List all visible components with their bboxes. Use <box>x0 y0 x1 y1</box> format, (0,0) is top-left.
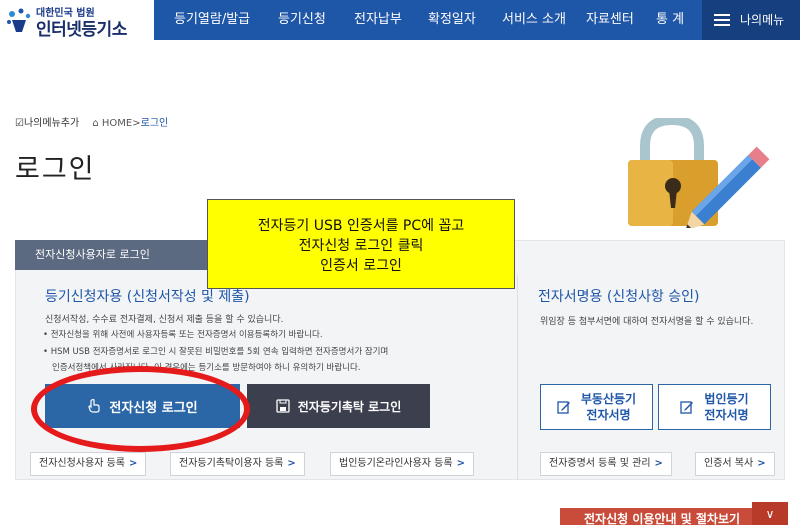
site-logo[interactable]: 대한민국 법원 인터넷등기소 <box>4 4 154 40</box>
nav-item-resource-center[interactable]: 자료센터 <box>586 0 634 40</box>
chevron-right-icon: > <box>757 458 766 469</box>
nav-item-registry-view[interactable]: 등기열람/발급 <box>174 0 250 40</box>
add-my-menu-label: 나의메뉴추가 <box>23 118 80 129</box>
nav-item-registry-apply[interactable]: 등기신청 <box>278 0 326 40</box>
breadcrumb-current[interactable]: 로그인 <box>141 118 169 129</box>
tab-e-application-login[interactable]: 전자신청사용자로 로그인 <box>15 240 207 270</box>
nav-item-fixed-date[interactable]: 확정일자 <box>428 0 476 40</box>
manage-certificate-link[interactable]: 전자증명서 등록 및 관리 > <box>540 452 672 476</box>
register-trust-user-link[interactable]: 전자등기촉탁이용자 등록 > <box>170 452 305 476</box>
notice-bullet-1: • 전자신청을 위해 사전에 사용자등록 또는 전자증명서 이용등록하기 바랍니… <box>43 330 323 340</box>
notice-bullet-2: • HSM USB 전자증명서로 로그인 시 잘못된 비밀번호를 5회 연속 입… <box>43 347 389 357</box>
chevron-right-icon: > <box>654 458 663 469</box>
panel-divider <box>517 275 518 480</box>
my-menu-button[interactable]: 나의메뉴 <box>702 0 800 40</box>
breadcrumb-home[interactable]: ⌂ HOME <box>92 118 132 129</box>
lock-pencil-illustration-icon <box>628 118 770 228</box>
checkbox-icon: ☑ <box>15 118 24 129</box>
highlight-ellipse <box>31 366 250 452</box>
edit-icon <box>557 401 570 414</box>
nav-item-service-intro[interactable]: 서비스 소개 <box>502 0 566 40</box>
corporate-sign-button[interactable]: 법인등기 전자서명 <box>658 384 771 430</box>
register-corp-online-user-label: 법인등기온라인사용자 등록 <box>339 458 453 469</box>
add-my-menu-link[interactable]: ☑나의메뉴추가 <box>15 118 82 129</box>
chevron-right-icon: > <box>128 458 138 469</box>
copy-certificate-link[interactable]: 인증서 복사 > <box>695 452 775 476</box>
corporate-sign-line1: 법인등기 <box>704 392 749 406</box>
my-menu-label: 나의메뉴 <box>740 13 785 27</box>
nav-item-e-payment[interactable]: 전자납부 <box>354 0 402 40</box>
chevron-right-icon: > <box>456 458 465 469</box>
real-estate-sign-button[interactable]: 부동산등기 전자서명 <box>540 384 653 430</box>
e-trust-login-button[interactable]: 전자등기촉탁 로그인 <box>247 384 430 428</box>
chevron-down-icon[interactable]: ∨ <box>752 502 788 525</box>
main-nav: 등기열람/발급 등기신청 전자납부 확정일자 서비스 소개 자료센터 통 계 나… <box>154 0 800 40</box>
real-estate-sign-line1: 부동산등기 <box>580 392 637 406</box>
hamburger-icon <box>714 14 730 26</box>
site-header: 대한민국 법원 인터넷등기소 등기열람/발급 등기신청 전자납부 확정일자 서비… <box>0 0 800 40</box>
page-title: 로그인 <box>15 154 96 185</box>
register-e-user-label: 전자신청사용자 등록 <box>39 458 125 469</box>
register-e-user-link[interactable]: 전자신청사용자 등록 > <box>30 452 147 476</box>
applicant-section-desc: 신청서작성, 수수료 전자결제, 신청서 제출 등을 할 수 있습니다. <box>45 315 284 325</box>
home-icon: ⌂ <box>92 118 99 129</box>
applicant-section-title: 등기신청자용 (신청서작성 및 제출) <box>45 289 250 305</box>
save-disk-icon <box>276 399 290 413</box>
manage-certificate-label: 전자증명서 등록 및 관리 <box>549 458 651 469</box>
court-emblem-icon <box>7 8 31 32</box>
signer-section-desc: 위임장 등 첨부서면에 대하여 전자서명을 할 수 있습니다. <box>540 317 754 327</box>
chevron-right-icon: > <box>287 458 296 469</box>
callout-line-2: 전자신청 로그인 클릭 <box>298 238 424 254</box>
logo-title: 인터넷등기소 <box>36 20 127 40</box>
edit-icon <box>680 401 694 414</box>
instruction-callout: 전자등기 USB 인증서를 PC에 꼽고 전자신청 로그인 클릭 인증서 로그인 <box>207 199 515 289</box>
corporate-sign-line2: 전자서명 <box>704 408 749 422</box>
breadcrumb: ☑나의메뉴추가 ⌂ HOME>로그인 <box>15 114 168 129</box>
register-corp-online-user-link[interactable]: 법인등기온라인사용자 등록 > <box>330 452 474 476</box>
callout-line-1: 전자등기 USB 인증서를 PC에 꼽고 <box>257 218 465 234</box>
signer-section-title: 전자서명용 (신청사항 승인) <box>538 289 700 305</box>
breadcrumb-home-label: HOME <box>101 118 133 129</box>
callout-line-3: 인증서 로그인 <box>320 258 402 274</box>
register-trust-user-label: 전자등기촉탁이용자 등록 <box>179 458 284 469</box>
copy-certificate-label: 인증서 복사 <box>704 458 754 469</box>
breadcrumb-separator: > <box>132 118 141 129</box>
nav-item-statistics[interactable]: 통 계 <box>656 0 684 40</box>
real-estate-sign-line2: 전자서명 <box>586 408 631 422</box>
e-trust-login-label: 전자등기촉탁 로그인 <box>297 399 402 414</box>
